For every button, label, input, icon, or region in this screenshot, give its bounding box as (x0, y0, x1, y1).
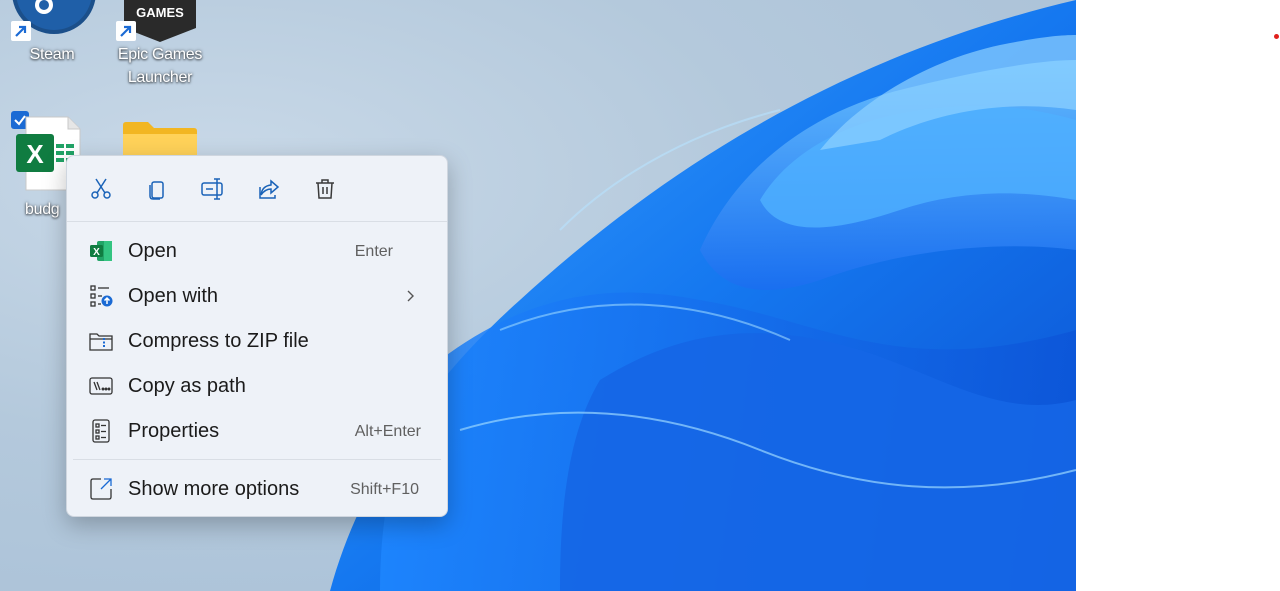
copy-icon (149, 181, 164, 200)
properties-icon (92, 419, 110, 443)
menu-separator (67, 221, 447, 222)
share-button[interactable] (256, 176, 282, 202)
desktop-icon-steam[interactable]: Steam (2, 0, 102, 63)
shortcut-arrow-icon (11, 21, 31, 41)
desktop-icon-label: Steam (29, 46, 75, 63)
epic-games-badge-text: GAMES (136, 5, 184, 20)
label-line-2: Launcher (127, 69, 193, 86)
rename-icon (201, 178, 223, 200)
label-line-1: Epic Games (117, 46, 203, 63)
menu-item-label: Compress to ZIP file (128, 330, 309, 352)
open-with-icon (90, 285, 113, 307)
delete-icon (316, 179, 334, 199)
menu-item-label: Open with (128, 285, 219, 307)
rename-button[interactable] (200, 176, 226, 202)
menu-item-copy-as-path[interactable]: Copy as path (73, 365, 441, 407)
menu-item-compress-zip[interactable]: Compress to ZIP file (73, 320, 441, 362)
red-dot-indicator (1274, 34, 1279, 39)
desktop-icon-epic-games[interactable]: GAMES Epic Games Launcher (110, 0, 210, 86)
context-menu: X Open Enter Open with Compress to ZIP f… (66, 155, 448, 517)
menu-item-properties[interactable]: Properties Alt+Enter (73, 410, 441, 452)
svg-text:X: X (26, 139, 44, 169)
delete-button[interactable] (312, 176, 338, 202)
zip-icon (89, 333, 113, 351)
share-icon (259, 179, 280, 199)
shortcut-arrow-icon (116, 21, 136, 41)
menu-item-label: Show more options (128, 478, 300, 500)
menu-item-open-with[interactable]: Open with (73, 275, 441, 317)
blank-area (1076, 0, 1280, 591)
copy-button[interactable] (144, 176, 170, 202)
more-options-icon (90, 478, 112, 500)
svg-text:X: X (93, 247, 100, 258)
context-menu-toolbar (67, 156, 447, 222)
menu-item-shortcut: Enter (354, 243, 393, 260)
menu-item-open[interactable]: X Open Enter (73, 230, 441, 272)
menu-item-label: Properties (128, 420, 220, 442)
menu-item-shortcut: Shift+F10 (350, 481, 419, 498)
copy-path-icon (89, 377, 113, 395)
menu-item-show-more-options[interactable]: Show more options Shift+F10 (73, 468, 441, 510)
chevron-right-icon (407, 290, 414, 302)
excel-icon: X (90, 241, 112, 261)
menu-item-label: Copy as path (128, 375, 246, 397)
menu-item-shortcut: Alt+Enter (354, 423, 421, 440)
cut-icon (91, 178, 111, 199)
menu-item-label: Open (128, 240, 177, 262)
menu-separator (73, 459, 441, 460)
cut-button[interactable] (88, 176, 114, 202)
desktop-icon-label: Epic Games Launcher (110, 43, 210, 89)
